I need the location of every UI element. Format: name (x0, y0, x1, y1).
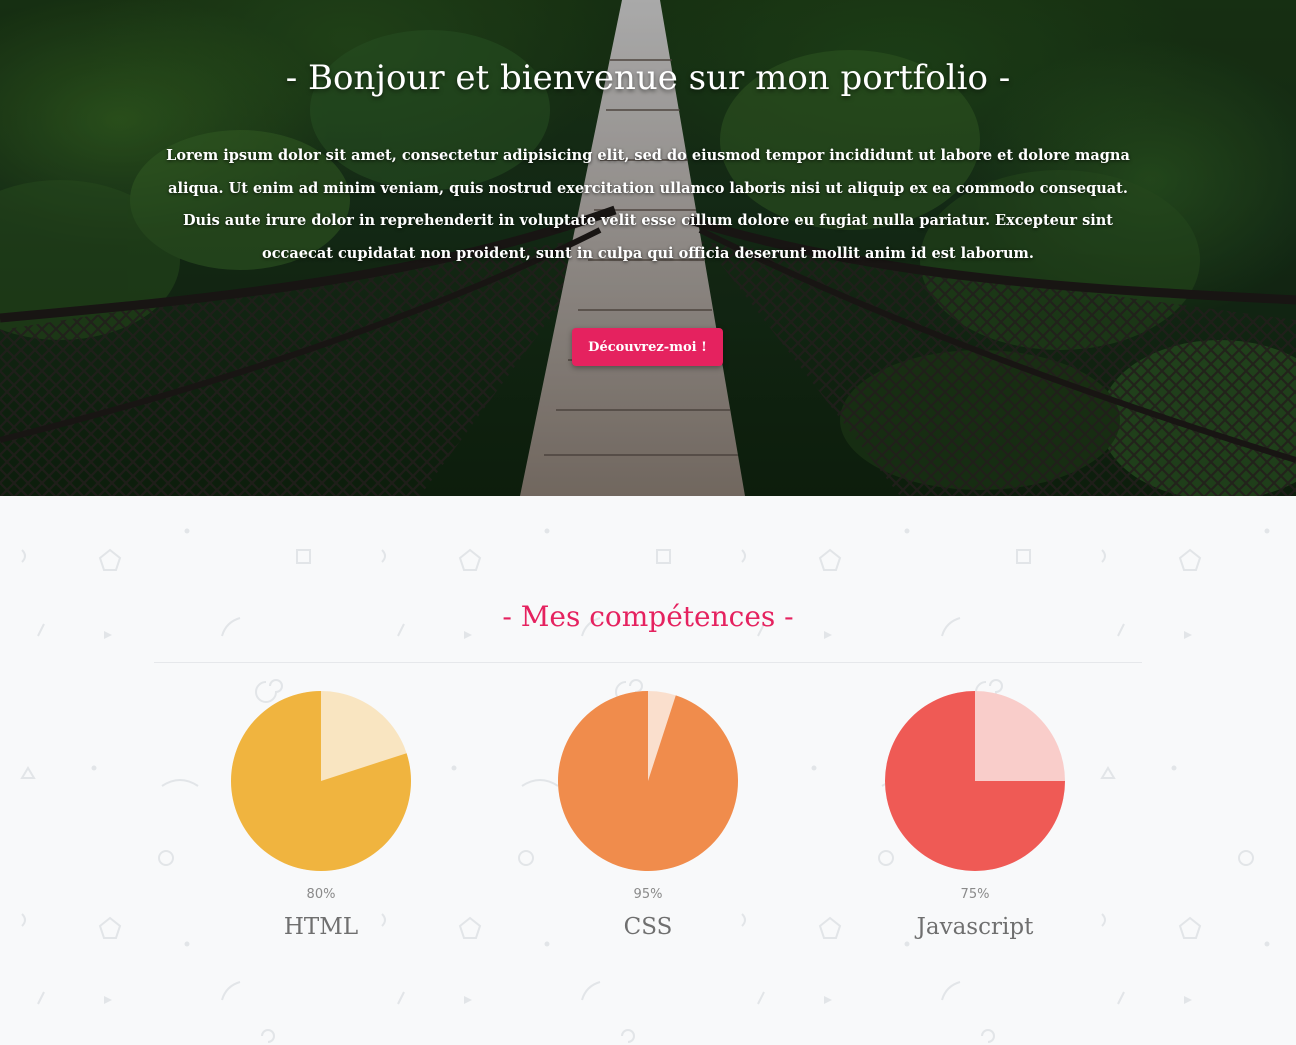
skill-name: HTML (283, 914, 359, 940)
skill-html: 80% HTML (191, 691, 451, 940)
skills-divider (154, 662, 1142, 663)
hero-banner: - Bonjour et bienvenue sur mon portfolio… (0, 0, 1296, 496)
skills-section: - Mes compétences - 80% HTML 95% CSS 75%… (0, 496, 1296, 1045)
hero-title: - Bonjour et bienvenue sur mon portfolio… (285, 58, 1011, 98)
skill-pie-chart (231, 691, 411, 871)
skill-javascript: 75% Javascript (845, 691, 1105, 940)
hero-intro-text: Lorem ipsum dolor sit amet, consectetur … (166, 147, 1130, 262)
discover-me-button[interactable]: Découvrez-moi ! (572, 328, 723, 366)
skill-pie-chart (558, 691, 738, 871)
skill-css: 95% CSS (518, 691, 778, 940)
skill-pie-chart (885, 691, 1065, 871)
skill-name: CSS (623, 914, 673, 940)
skill-name: Javascript (916, 914, 1034, 940)
skills-title: - Mes compétences - (502, 600, 794, 633)
skill-percent: 95% (633, 887, 663, 902)
skill-percent: 80% (306, 887, 336, 902)
skill-percent: 75% (960, 887, 990, 902)
pie-value-slice (558, 691, 738, 871)
